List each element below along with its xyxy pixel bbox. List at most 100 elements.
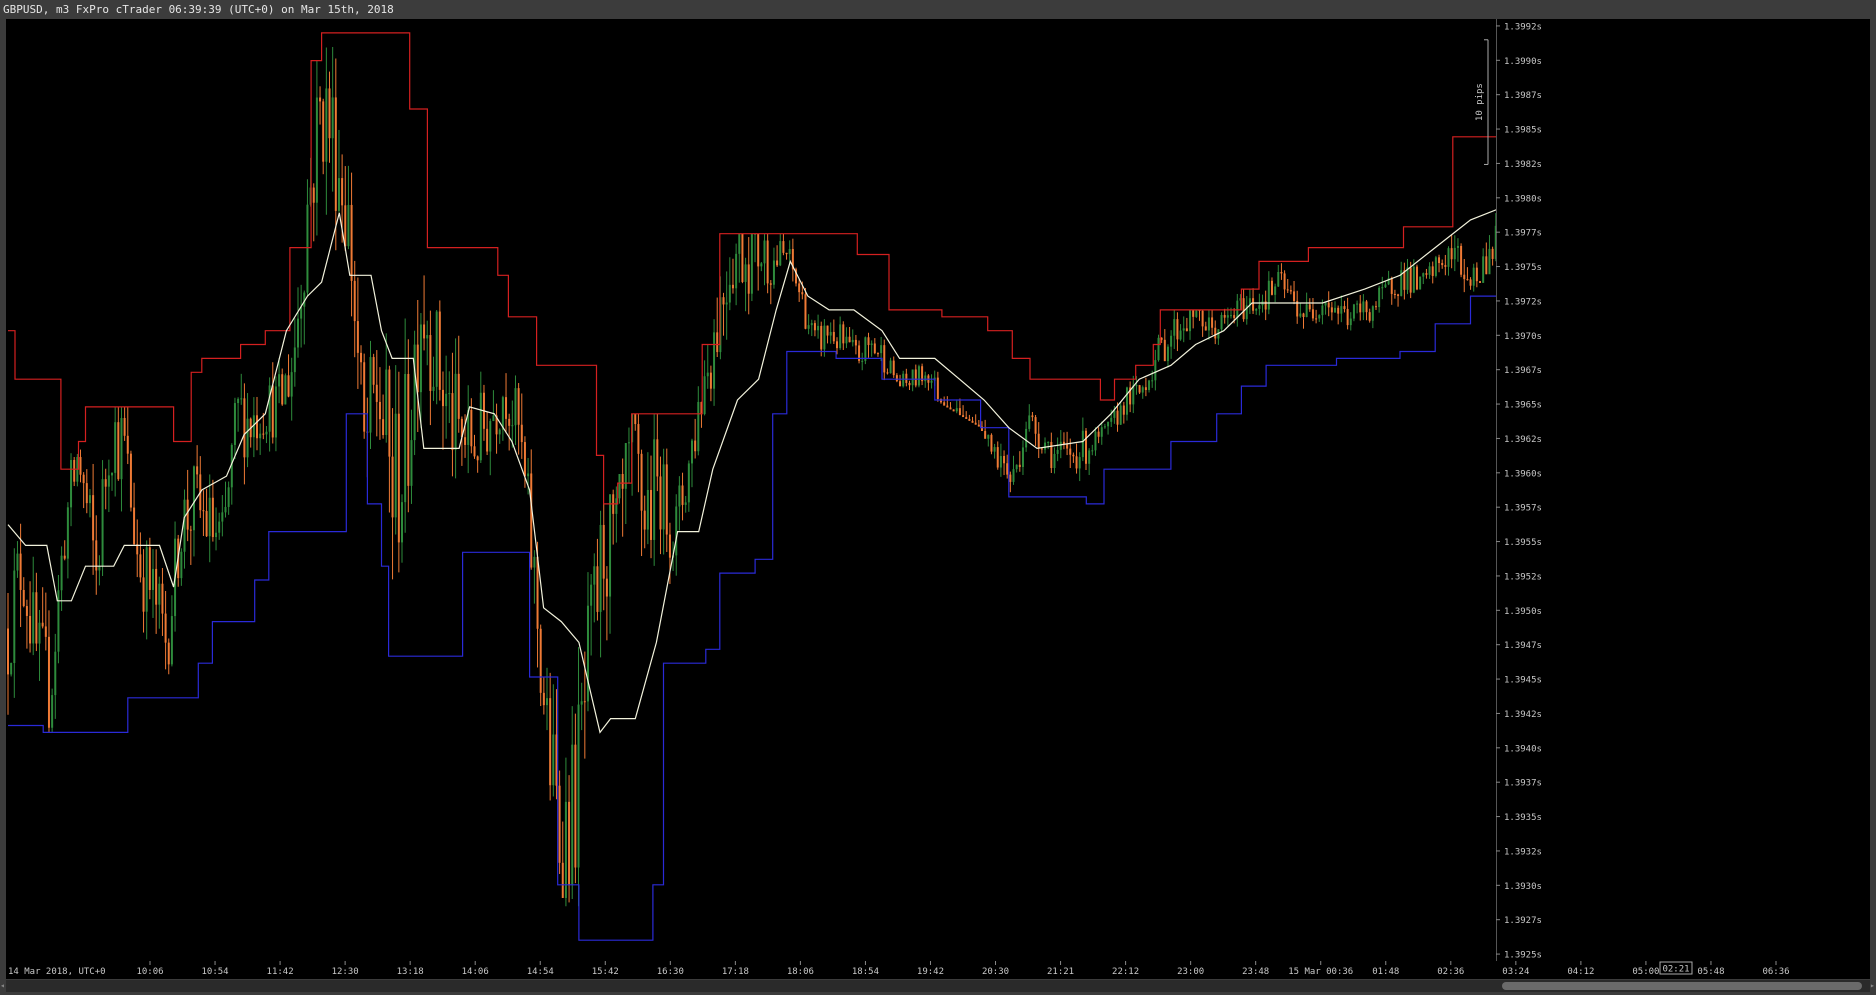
candle-body: [1160, 337, 1163, 340]
candle-body: [943, 402, 946, 406]
candle-body: [757, 233, 760, 267]
candle-body: [1132, 385, 1135, 405]
candle-body: [697, 401, 700, 452]
candle-body: [549, 698, 552, 786]
candle-body: [936, 377, 939, 399]
candle-body: [870, 343, 873, 346]
candle-body: [25, 606, 28, 616]
candle-body: [955, 408, 958, 412]
candle-body: [123, 418, 126, 436]
candle-body: [1252, 298, 1255, 311]
time-tick-label: 06:36: [1762, 967, 1789, 977]
price-tick-label: 1.3940s: [1504, 744, 1542, 754]
price-chart[interactable]: 1.3992s 1.3990s 1.3987s 1.3985s 1.3982s 1.398…: [0, 19, 1876, 979]
price-tick-label: 1.3937s: [1504, 779, 1542, 789]
candle-body: [1488, 248, 1491, 275]
price-axis[interactable]: [1496, 19, 1870, 961]
candle-body: [290, 372, 293, 397]
candle-body: [709, 372, 712, 389]
price-tick-label: 1.3925s: [1504, 951, 1542, 961]
candle-body: [1425, 273, 1428, 275]
candle-body: [1204, 326, 1207, 331]
candle-body: [864, 337, 867, 361]
candle-body: [1330, 307, 1333, 313]
candle-body: [164, 613, 167, 643]
candle-body: [211, 497, 214, 538]
candle-body: [987, 434, 990, 439]
candle-body: [47, 636, 50, 728]
candle-body: [416, 344, 419, 393]
candle-body: [237, 398, 240, 404]
candle-body: [1280, 271, 1283, 274]
candle-body: [1094, 431, 1097, 451]
candle-body: [1267, 280, 1270, 310]
candle-body: [1311, 309, 1314, 319]
price-tick-label: 1.3965s: [1504, 401, 1542, 411]
candle-body: [1091, 450, 1094, 452]
candle-body: [1226, 315, 1229, 318]
candle-body: [1192, 309, 1195, 317]
time-tick-label: 13:18: [397, 967, 424, 977]
candle-body: [1034, 417, 1037, 434]
candle-body: [315, 97, 318, 203]
candle-body: [158, 583, 161, 605]
candle-body: [958, 408, 961, 416]
candle-body: [1069, 448, 1072, 455]
candle-body: [1397, 294, 1400, 296]
candle-body: [728, 284, 731, 303]
candle-body: [1207, 317, 1210, 331]
candle-body: [1059, 441, 1062, 450]
candle-body: [1293, 291, 1296, 301]
candle-body: [29, 615, 32, 644]
candle-body: [1031, 415, 1034, 418]
candle-body: [1466, 279, 1469, 281]
candle-body: [1356, 303, 1359, 305]
candle-body: [583, 701, 586, 703]
candle-body: [38, 622, 41, 644]
candle-body: [1305, 304, 1308, 318]
candle-body: [530, 473, 533, 568]
candle-body: [1337, 307, 1340, 314]
candle-body: [1318, 315, 1321, 319]
candle-body: [426, 335, 429, 339]
candle-body: [101, 479, 104, 567]
candle-body: [117, 422, 120, 480]
candle-body: [126, 435, 129, 454]
candle-body: [788, 248, 791, 255]
candle-body: [41, 622, 44, 627]
candle-body: [356, 321, 359, 353]
candle-body: [1066, 444, 1069, 449]
candle-body: [1419, 276, 1422, 290]
candle-body: [271, 385, 274, 438]
candle-body: [473, 446, 476, 457]
candle-body: [965, 417, 968, 419]
candle-body: [363, 362, 366, 432]
scrollbar-thumb[interactable]: [1502, 982, 1862, 990]
candle-body: [287, 375, 290, 397]
horizontal-scrollbar[interactable]: [6, 980, 1870, 992]
candle-body: [186, 499, 189, 530]
candle-body: [1315, 318, 1318, 320]
time-tick-label: 22:12: [1112, 967, 1139, 977]
candle-body: [265, 431, 268, 435]
candle-body: [1258, 305, 1261, 309]
candle-body: [1173, 319, 1176, 336]
candle-body: [233, 403, 236, 445]
candle-body: [378, 401, 381, 420]
candle-body: [221, 512, 224, 522]
candle-body: [968, 418, 971, 421]
time-tick-label: 15:42: [592, 967, 619, 977]
candle-body: [391, 456, 394, 518]
candle-body: [678, 485, 681, 507]
candle-body: [665, 464, 668, 535]
candle-body: [892, 360, 895, 376]
candle-body: [192, 466, 195, 531]
scroll-right-arrow-icon[interactable]: ▸: [1870, 980, 1876, 992]
candle-body: [161, 583, 164, 614]
candle-body: [35, 592, 38, 644]
candle-body: [883, 345, 886, 373]
candle-body: [293, 347, 296, 373]
candle-body: [861, 360, 864, 362]
candle-body: [1003, 455, 1006, 464]
candle-body: [85, 483, 88, 504]
